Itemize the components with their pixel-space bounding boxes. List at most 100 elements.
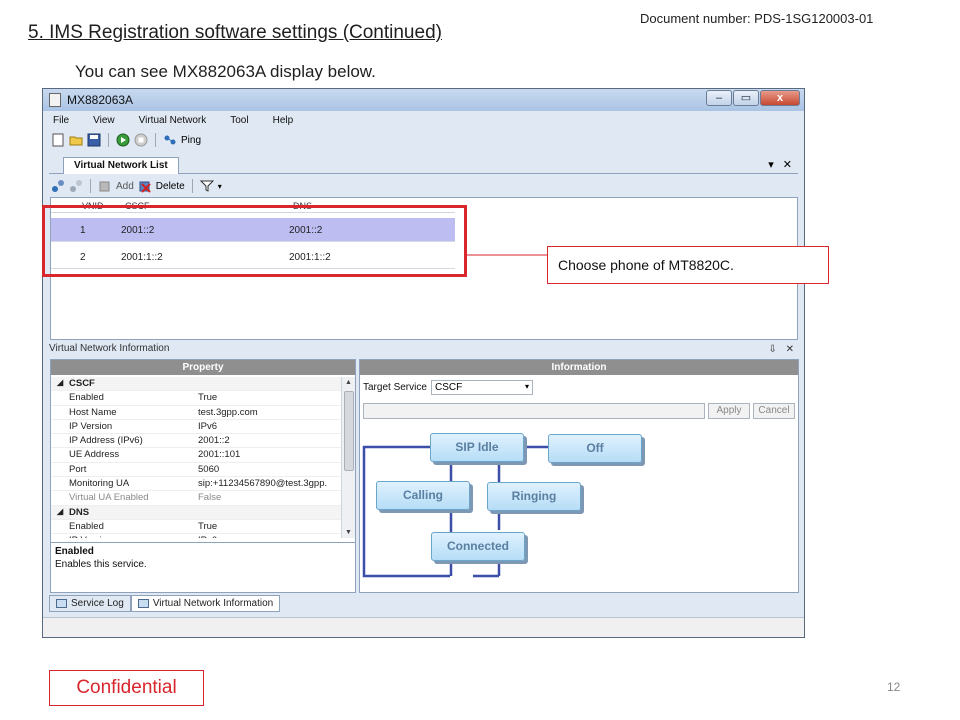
property-scrollbar[interactable]: ▲ ▼	[341, 377, 355, 538]
property-key: Enabled	[69, 392, 104, 404]
property-row[interactable]: IP Version IPv6	[51, 534, 341, 538]
collapse-icon[interactable]: ◢	[57, 378, 63, 387]
slide-title: 5. IMS Registration software settings (C…	[28, 22, 442, 43]
connect-icon[interactable]	[51, 179, 65, 193]
add-button-label[interactable]: Add	[116, 181, 134, 192]
property-key: UE Address	[69, 449, 120, 461]
property-header: Property	[51, 360, 355, 375]
disconnect-icon[interactable]	[69, 179, 83, 193]
property-value[interactable]: 5060	[198, 464, 219, 475]
menu-virtual-network[interactable]: Virtual Network	[135, 113, 211, 128]
ping-icon[interactable]	[163, 133, 177, 147]
property-value[interactable]: 2001::101	[198, 449, 240, 460]
save-icon[interactable]	[87, 133, 101, 147]
property-key: DNS	[69, 506, 90, 518]
property-value[interactable]: IPv6	[198, 421, 217, 432]
pin-icon[interactable]: ⇩	[768, 344, 776, 355]
menu-help[interactable]: Help	[269, 113, 298, 128]
scroll-thumb[interactable]	[344, 391, 354, 471]
minimize-button[interactable]: –	[706, 90, 732, 106]
state-connected[interactable]: Connected	[431, 532, 525, 561]
window-title: MX882063A	[67, 93, 134, 107]
description-text: Enables this service.	[55, 559, 147, 570]
tab-service-log-label: Service Log	[71, 598, 124, 609]
tab-dropdown-icon[interactable]: ▾	[768, 159, 774, 171]
property-key: Virtual UA Enabled	[69, 492, 149, 504]
scroll-down-icon[interactable]: ▼	[345, 529, 352, 536]
property-key: IP Version	[69, 420, 113, 432]
stop-icon[interactable]	[134, 133, 148, 147]
scroll-up-icon[interactable]: ▲	[345, 379, 352, 386]
delete-icon[interactable]	[138, 179, 152, 193]
tab-virtual-network-list[interactable]: Virtual Network List	[63, 157, 179, 174]
property-description: Enabled Enables this service.	[51, 542, 355, 592]
property-value[interactable]: False	[198, 492, 221, 503]
delete-button-label[interactable]: Delete	[156, 181, 185, 192]
window-titlebar[interactable]: MX882063A – ▭ x	[43, 89, 804, 111]
selection-highlight-box	[42, 205, 467, 277]
property-value[interactable]: sip:+11234567890@test.3gpp.	[198, 478, 327, 489]
property-value[interactable]: test.3gpp.com	[198, 407, 258, 418]
property-value[interactable]: IPv6	[198, 535, 217, 538]
close-button[interactable]: x	[760, 90, 800, 106]
property-grid: ◢ CSCF Enabled True Host Name test.3gpp.com IP…	[51, 377, 341, 538]
property-row[interactable]: Monitoring UA sip:+11234567890@test.3gpp.	[51, 477, 341, 492]
toolbar-separator	[155, 133, 156, 147]
state-diagram-lines	[362, 445, 550, 578]
new-file-icon[interactable]	[51, 133, 65, 147]
main-toolbar: Ping	[51, 133, 201, 147]
property-row[interactable]: Virtual UA Enabled False	[51, 491, 341, 506]
info-pane-title: Virtual Network Information	[49, 343, 170, 354]
tab-virtual-network-information[interactable]: Virtual Network Information	[130, 595, 281, 612]
state-calling[interactable]: Calling	[376, 481, 470, 510]
property-key: Host Name	[69, 406, 117, 418]
property-key: Enabled	[69, 520, 104, 532]
filter-icon[interactable]	[199, 179, 214, 193]
confidential-label: Confidential	[49, 670, 204, 706]
state-off[interactable]: Off	[548, 434, 642, 463]
state-ringing[interactable]: Ringing	[487, 482, 581, 511]
collapse-icon[interactable]: ◢	[57, 507, 63, 516]
property-row[interactable]: Enabled True	[51, 520, 341, 535]
document-number: Document number: PDS-1SG120003-01	[640, 11, 874, 26]
document-tabstrip: Virtual Network List ▾ ✕	[49, 155, 798, 174]
information-panel: Information Target Service CSCF ▾ Apply …	[359, 359, 799, 593]
list-toolbar: Add Delete ▾	[51, 179, 222, 193]
property-category[interactable]: ◢ CSCF	[51, 377, 341, 392]
property-row[interactable]: Host Name test.3gpp.com	[51, 406, 341, 420]
app-icon	[49, 93, 61, 107]
state-sip-idle[interactable]: SIP Idle	[430, 433, 524, 462]
description-title: Enabled	[55, 546, 94, 557]
menu-tool[interactable]: Tool	[226, 113, 252, 128]
ping-button-label[interactable]: Ping	[181, 135, 201, 146]
filter-dropdown-icon[interactable]: ▾	[218, 182, 222, 191]
add-icon[interactable]	[98, 179, 112, 193]
property-category[interactable]: ◢ DNS	[51, 505, 341, 520]
menu-file[interactable]: File	[49, 113, 73, 128]
property-row[interactable]: IP Version IPv6	[51, 420, 341, 435]
info-grid-icon	[137, 599, 149, 608]
property-value[interactable]: 2001::2	[198, 435, 230, 446]
property-value[interactable]: True	[198, 521, 217, 532]
menu-bar: File View Virtual Network Tool Help	[49, 113, 297, 128]
property-row[interactable]: Port 5060	[51, 463, 341, 478]
slide-subtitle: You can see MX882063A display below.	[75, 62, 376, 81]
property-panel: Property ◢ CSCF Enabled True Host Name test.3…	[50, 359, 356, 593]
tab-virtual-network-information-label: Virtual Network Information	[152, 598, 274, 609]
property-row[interactable]: UE Address 2001::101	[51, 448, 341, 463]
toolbar-separator	[90, 179, 91, 193]
toolbar-separator	[191, 179, 193, 193]
app-window: MX882063A – ▭ x File View Virtual Networ…	[42, 88, 805, 638]
property-row[interactable]: IP Address (IPv6) 2001::2	[51, 434, 341, 449]
property-row[interactable]: Enabled True	[51, 391, 341, 406]
property-key: IP Version	[69, 535, 112, 538]
property-key: Port	[69, 463, 87, 475]
info-pane-close-icon[interactable]: ✕	[786, 344, 794, 355]
property-value[interactable]: True	[198, 392, 217, 403]
tab-close-icon[interactable]: ✕	[783, 159, 792, 171]
menu-view[interactable]: View	[89, 113, 119, 128]
start-icon[interactable]	[116, 133, 130, 147]
tab-service-log[interactable]: Service Log	[49, 595, 131, 612]
maximize-button[interactable]: ▭	[733, 90, 759, 106]
open-folder-icon[interactable]	[69, 133, 83, 147]
